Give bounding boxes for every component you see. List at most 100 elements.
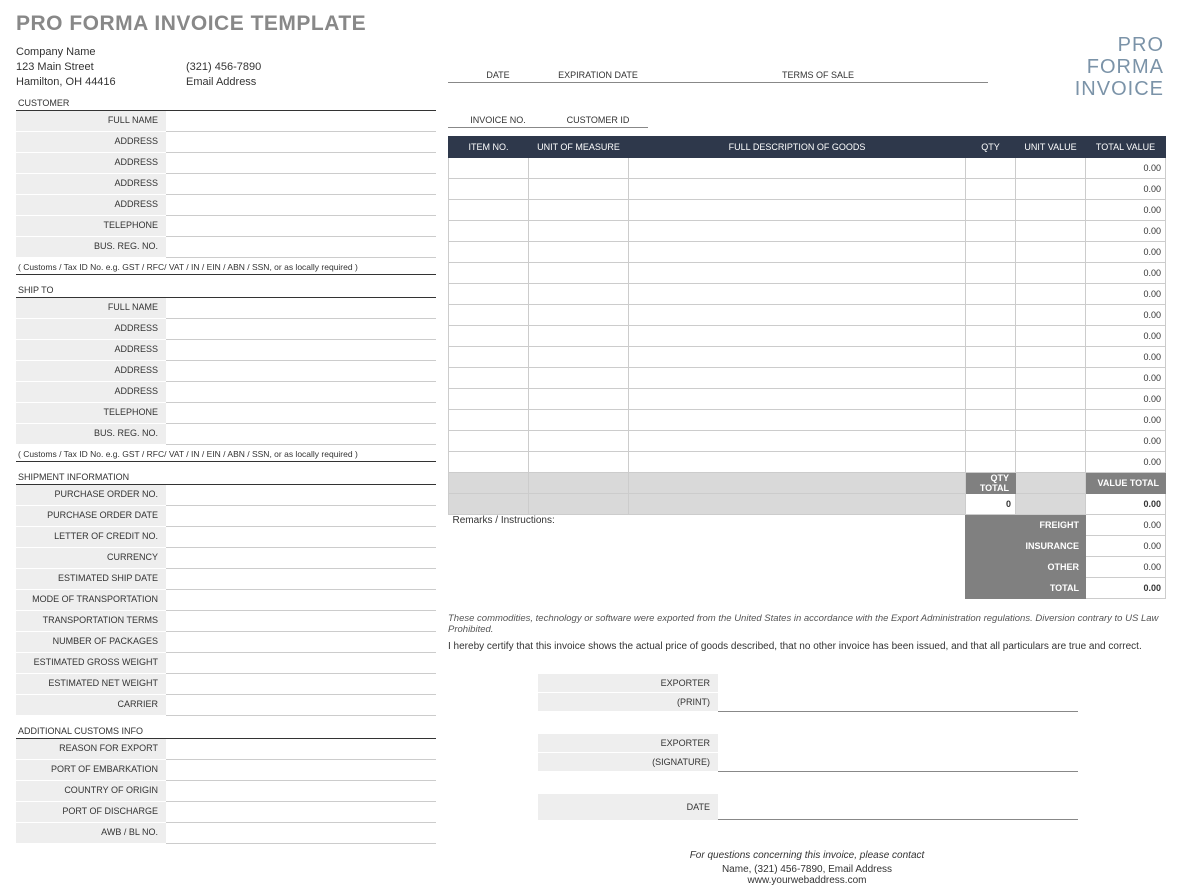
shipto-field-input[interactable] [166, 424, 436, 445]
item-cell[interactable] [529, 221, 629, 242]
customs-field-input[interactable] [166, 823, 436, 844]
item-cell[interactable] [449, 368, 529, 389]
item-cell[interactable] [529, 242, 629, 263]
insurance-value[interactable]: 0.00 [1086, 536, 1166, 557]
item-cell[interactable] [1016, 263, 1086, 284]
item-cell[interactable] [629, 242, 966, 263]
shipto-field-input[interactable] [166, 382, 436, 403]
item-cell[interactable] [629, 305, 966, 326]
item-cell[interactable] [966, 305, 1016, 326]
meta-terms-label[interactable]: TERMS OF SALE [648, 46, 988, 83]
item-cell[interactable] [529, 158, 629, 179]
item-cell[interactable] [1016, 221, 1086, 242]
item-cell[interactable] [966, 284, 1016, 305]
item-cell[interactable] [1016, 431, 1086, 452]
date-line[interactable] [718, 794, 1078, 820]
customer-field-input[interactable] [166, 237, 436, 258]
customs-field-input[interactable] [166, 739, 436, 760]
item-cell[interactable] [966, 242, 1016, 263]
meta-date-label[interactable]: DATE [448, 46, 548, 83]
item-cell[interactable] [966, 452, 1016, 473]
item-cell[interactable] [529, 410, 629, 431]
shipment-field-input[interactable] [166, 485, 436, 506]
shipment-field-input[interactable] [166, 569, 436, 590]
item-cell[interactable] [1016, 452, 1086, 473]
customer-field-input[interactable] [166, 153, 436, 174]
item-cell[interactable] [449, 284, 529, 305]
shipment-field-input[interactable] [166, 506, 436, 527]
item-cell[interactable] [966, 158, 1016, 179]
item-cell[interactable] [629, 368, 966, 389]
shipment-field-input[interactable] [166, 695, 436, 716]
item-cell[interactable] [449, 158, 529, 179]
customs-field-input[interactable] [166, 802, 436, 823]
item-cell[interactable] [529, 452, 629, 473]
shipment-field-input[interactable] [166, 653, 436, 674]
shipment-field-input[interactable] [166, 674, 436, 695]
item-cell[interactable] [966, 200, 1016, 221]
item-cell[interactable] [629, 452, 966, 473]
shipment-field-input[interactable] [166, 590, 436, 611]
item-cell[interactable] [529, 326, 629, 347]
item-cell[interactable] [1016, 242, 1086, 263]
item-cell[interactable] [629, 200, 966, 221]
customer-field-input[interactable] [166, 195, 436, 216]
customer-field-input[interactable] [166, 132, 436, 153]
item-cell[interactable] [1016, 410, 1086, 431]
item-cell[interactable] [529, 347, 629, 368]
item-cell[interactable] [449, 326, 529, 347]
item-cell[interactable] [966, 179, 1016, 200]
item-cell[interactable] [966, 263, 1016, 284]
item-cell[interactable] [629, 326, 966, 347]
shipto-field-input[interactable] [166, 340, 436, 361]
item-cell[interactable] [1016, 389, 1086, 410]
item-cell[interactable] [629, 410, 966, 431]
item-cell[interactable] [449, 242, 529, 263]
shipto-field-input[interactable] [166, 319, 436, 340]
item-cell[interactable] [1016, 179, 1086, 200]
exporter-signature-line[interactable] [718, 734, 1078, 772]
item-cell[interactable] [529, 263, 629, 284]
item-cell[interactable] [449, 410, 529, 431]
shipto-field-input[interactable] [166, 403, 436, 424]
item-cell[interactable] [966, 326, 1016, 347]
item-cell[interactable] [629, 431, 966, 452]
item-cell[interactable] [629, 284, 966, 305]
item-cell[interactable] [449, 347, 529, 368]
item-cell[interactable] [449, 179, 529, 200]
meta-invoice-no-label[interactable]: INVOICE NO. [448, 91, 548, 128]
customer-field-input[interactable] [166, 216, 436, 237]
item-cell[interactable] [449, 200, 529, 221]
item-cell[interactable] [629, 221, 966, 242]
item-cell[interactable] [449, 305, 529, 326]
customer-field-input[interactable] [166, 174, 436, 195]
shipto-field-input[interactable] [166, 361, 436, 382]
item-cell[interactable] [1016, 284, 1086, 305]
item-cell[interactable] [529, 284, 629, 305]
item-cell[interactable] [1016, 200, 1086, 221]
item-cell[interactable] [449, 431, 529, 452]
freight-value[interactable]: 0.00 [1086, 515, 1166, 536]
item-cell[interactable] [1016, 158, 1086, 179]
customer-field-input[interactable] [166, 111, 436, 132]
meta-customer-id-label[interactable]: CUSTOMER ID [548, 91, 648, 128]
item-cell[interactable] [629, 179, 966, 200]
item-cell[interactable] [449, 389, 529, 410]
item-cell[interactable] [529, 200, 629, 221]
item-cell[interactable] [629, 389, 966, 410]
customs-field-input[interactable] [166, 760, 436, 781]
customs-field-input[interactable] [166, 781, 436, 802]
item-cell[interactable] [966, 221, 1016, 242]
item-cell[interactable] [529, 389, 629, 410]
item-cell[interactable] [629, 347, 966, 368]
item-cell[interactable] [449, 263, 529, 284]
item-cell[interactable] [629, 263, 966, 284]
item-cell[interactable] [449, 221, 529, 242]
shipment-field-input[interactable] [166, 548, 436, 569]
item-cell[interactable] [1016, 368, 1086, 389]
shipto-field-input[interactable] [166, 298, 436, 319]
item-cell[interactable] [1016, 305, 1086, 326]
item-cell[interactable] [529, 305, 629, 326]
item-cell[interactable] [629, 158, 966, 179]
item-cell[interactable] [966, 431, 1016, 452]
